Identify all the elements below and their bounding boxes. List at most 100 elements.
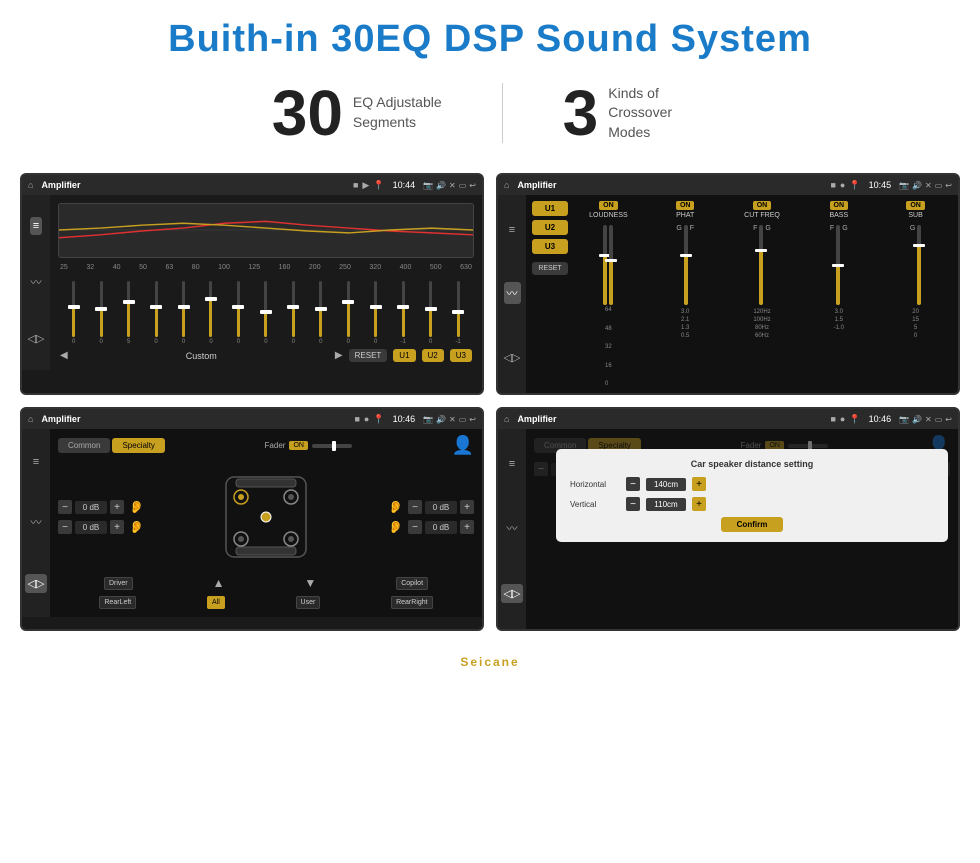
cx-u3-btn[interactable]: U3 xyxy=(532,239,568,254)
dist-horizontal-minus[interactable]: − xyxy=(626,477,640,491)
dot-icon-sp: ● xyxy=(364,414,369,424)
eq-slider-10[interactable]: 0 xyxy=(340,281,356,345)
sp-fader-on[interactable]: ON xyxy=(289,441,308,450)
side-dist-btn3[interactable]: ◁▷ xyxy=(501,584,524,603)
sp-rearright-btn[interactable]: RearRight xyxy=(391,596,433,609)
cx-vslider-cutfreq-l[interactable] xyxy=(759,225,763,305)
sp-all-btn[interactable]: All xyxy=(207,596,225,609)
home-icon-dist[interactable]: ⌂ xyxy=(504,414,509,424)
side-vol-btn[interactable]: ◁▷ xyxy=(25,329,48,348)
dist-vertical-minus[interactable]: − xyxy=(626,497,640,511)
side-sp-btn1[interactable]: ≡ xyxy=(30,453,42,471)
eq-prev-btn[interactable]: ◀ xyxy=(60,350,68,361)
dist-vertical-plus[interactable]: + xyxy=(692,497,706,511)
eq-u1-btn[interactable]: U1 xyxy=(393,349,415,362)
sp-minus-3[interactable]: − xyxy=(408,520,422,534)
sp-minus-0[interactable]: − xyxy=(58,500,72,514)
cx-on-cutfreq[interactable]: ON xyxy=(753,201,772,210)
cx-on-sub[interactable]: ON xyxy=(906,201,925,210)
cx-on-bass[interactable]: ON xyxy=(830,201,849,210)
eq-slider-3[interactable]: 0 xyxy=(148,281,164,345)
cx-vslider-bass-l[interactable] xyxy=(836,225,840,305)
cx-on-loudness[interactable]: ON xyxy=(599,201,618,210)
back-icon-dist[interactable]: ↩ xyxy=(945,415,952,424)
cx-u2-btn[interactable]: U2 xyxy=(532,220,568,235)
sp-rearleft-btn[interactable]: RearLeft xyxy=(99,596,136,609)
cx-vslider-phat[interactable] xyxy=(684,225,688,305)
dot-icon-cx: ● xyxy=(840,180,845,190)
cx-reset-btn[interactable]: RESET xyxy=(532,262,568,275)
eq-freq-3: 50 xyxy=(139,264,147,271)
eq-u2-btn[interactable]: U2 xyxy=(422,349,444,362)
sp-nav-up[interactable]: ▲ xyxy=(213,576,225,590)
screen-dist-body: ≡ 〰 ◁▷ Common Specialty Fader xyxy=(498,429,958,629)
sp-fader-track[interactable] xyxy=(312,444,352,448)
sp-driver-btn[interactable]: Driver xyxy=(104,577,133,590)
side-eq-btn[interactable]: ≡ xyxy=(30,217,42,235)
eq-slider-0[interactable]: 0 xyxy=(66,281,82,345)
home-icon-eq[interactable]: ⌂ xyxy=(28,180,33,190)
eq-slider-4[interactable]: 0 xyxy=(176,281,192,345)
screen-sp-body: ≡ 〰 ◁▷ Common Specialty Fader ON xyxy=(22,429,482,617)
eq-slider-1[interactable]: 0 xyxy=(93,281,109,345)
eq-next-btn[interactable]: ▶ xyxy=(335,350,343,361)
side-icons-sp: ≡ 〰 ◁▷ xyxy=(22,429,50,617)
sp-minus-1[interactable]: − xyxy=(58,520,72,534)
side-cx-btn2[interactable]: 〰 xyxy=(504,282,521,304)
cx-vslider-sub[interactable] xyxy=(917,225,921,305)
cam-icon-eq: 📷 xyxy=(423,181,433,190)
home-icon-sp[interactable]: ⌂ xyxy=(28,414,33,424)
cam-icon-dist: 📷 xyxy=(899,415,909,424)
eq-slider-12[interactable]: -1 xyxy=(395,281,411,345)
side-cx-btn1[interactable]: ≡ xyxy=(506,221,518,239)
eq-slider-5[interactable]: 0 xyxy=(203,281,219,345)
eq-u3-btn[interactable]: U3 xyxy=(450,349,472,362)
eq-slider-6[interactable]: 0 xyxy=(230,281,246,345)
sp-plus-2[interactable]: + xyxy=(460,500,474,514)
dist-horizontal-plus[interactable]: + xyxy=(692,477,706,491)
sp-tab-specialty[interactable]: Specialty xyxy=(112,438,164,453)
back-icon-eq[interactable]: ↩ xyxy=(469,181,476,190)
sp-nav-down[interactable]: ▼ xyxy=(304,576,316,590)
sp-plus-3[interactable]: + xyxy=(460,520,474,534)
eq-slider-9[interactable]: 0 xyxy=(313,281,329,345)
eq-slider-14[interactable]: -1 xyxy=(450,281,466,345)
cx-channels: ON LOUDNESS xyxy=(572,201,952,387)
sp-ear-icon-3: 👂 xyxy=(388,520,403,534)
eq-slider-8[interactable]: 0 xyxy=(285,281,301,345)
home-icon-cx[interactable]: ⌂ xyxy=(504,180,509,190)
eq-slider-13[interactable]: 0 xyxy=(423,281,439,345)
cx-vslider-loudness-r[interactable] xyxy=(609,225,613,305)
app-name-eq: Amplifier xyxy=(41,180,349,190)
side-sp-btn2[interactable]: 〰 xyxy=(28,511,45,533)
screens-grid: ⌂ Amplifier ■ ▶ 📍 10:44 📷 🔊 ✕ ▭ ↩ ≡ 〰 ◁▷ xyxy=(0,163,980,651)
side-sp-btn3[interactable]: ◁▷ xyxy=(25,574,48,593)
eq-slider-7[interactable]: 0 xyxy=(258,281,274,345)
eq-freq-1: 32 xyxy=(86,264,94,271)
cx-u1-btn[interactable]: U1 xyxy=(532,201,568,216)
eq-slider-2[interactable]: 5 xyxy=(121,281,137,345)
back-icon-cx[interactable]: ↩ xyxy=(945,181,952,190)
sp-bottom-nav2: RearLeft All User RearRight xyxy=(58,592,474,611)
side-cx-btn3[interactable]: ◁▷ xyxy=(501,348,524,367)
eq-freq-8: 160 xyxy=(279,264,291,271)
cx-vslider-loudness-l[interactable] xyxy=(603,225,607,305)
eq-content: 25 32 40 50 63 80 100 125 160 200 250 32… xyxy=(50,195,482,370)
pin-icon-dist: 📍 xyxy=(849,414,860,425)
side-dist-btn1[interactable]: ≡ xyxy=(506,455,518,473)
eq-freq-7: 125 xyxy=(248,264,260,271)
side-wave-btn[interactable]: 〰 xyxy=(28,271,45,293)
sp-plus-0[interactable]: + xyxy=(110,500,124,514)
back-icon-sp[interactable]: ↩ xyxy=(469,415,476,424)
eq-slider-11[interactable]: 0 xyxy=(368,281,384,345)
sp-minus-2[interactable]: − xyxy=(408,500,422,514)
sp-copilot-btn[interactable]: Copilot xyxy=(396,577,428,590)
eq-reset-btn[interactable]: RESET xyxy=(349,349,388,362)
side-dist-btn2[interactable]: 〰 xyxy=(504,517,521,539)
sp-user-btn[interactable]: User xyxy=(296,596,321,609)
dist-confirm-btn[interactable]: Confirm xyxy=(721,517,784,532)
cx-on-phat[interactable]: ON xyxy=(676,201,695,210)
sp-db-val-3: 0 dB xyxy=(425,521,457,534)
sp-tab-common[interactable]: Common xyxy=(58,438,110,453)
sp-plus-1[interactable]: + xyxy=(110,520,124,534)
